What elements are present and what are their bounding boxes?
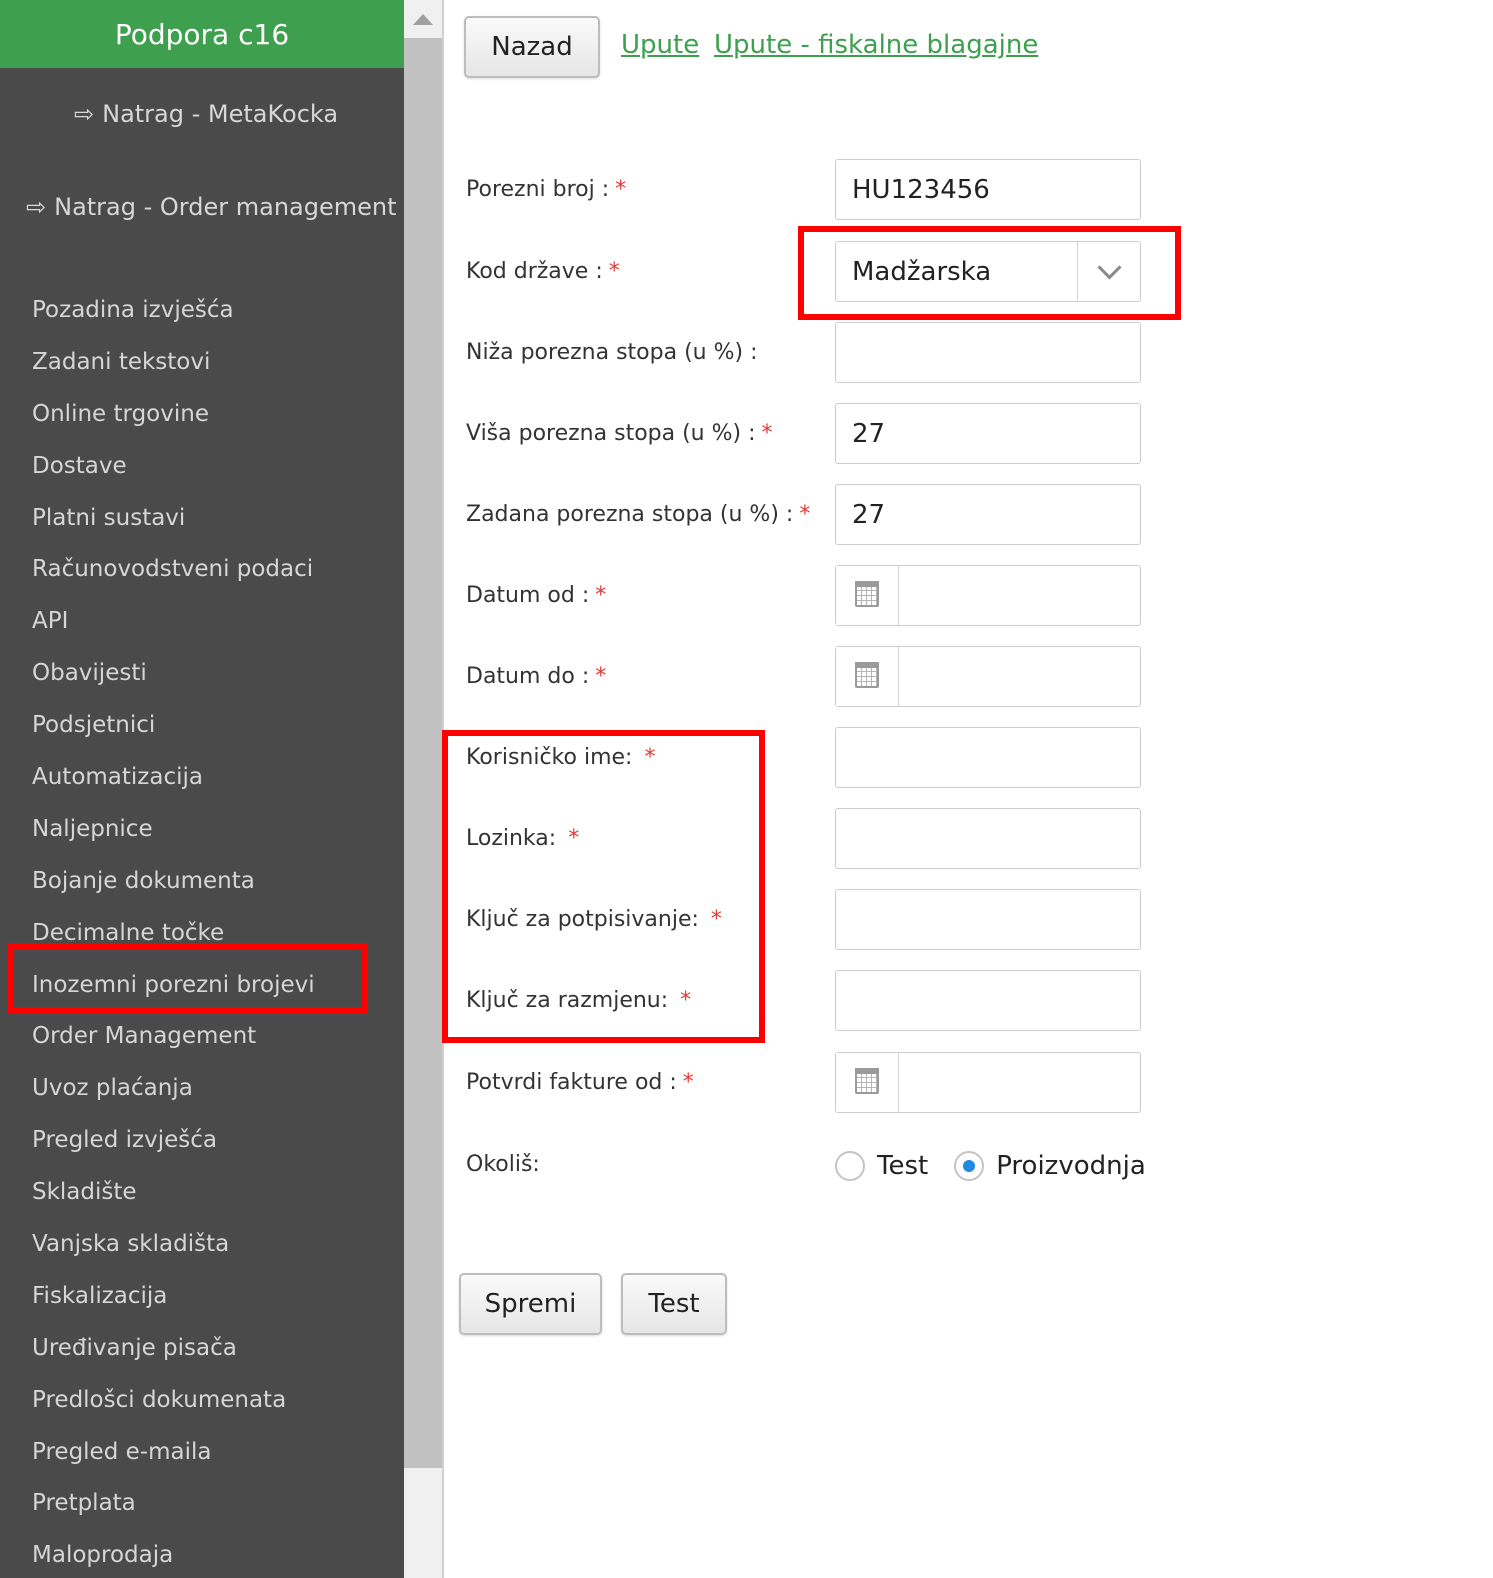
sidebar-item-vanjska-skladista[interactable]: Vanjska skladišta	[0, 1219, 404, 1271]
required-mark: *	[799, 502, 811, 527]
sidebar-title: Podpora c16	[0, 0, 404, 68]
sidebar-item-online-trgovine[interactable]: Online trgovine	[0, 389, 404, 441]
environment-radio-group: Test Proizvodnja	[835, 1146, 1172, 1186]
required-mark: *	[608, 259, 620, 284]
sidebar-nav: Pozadina izvješća Zadani tekstovi Online…	[0, 285, 404, 1578]
exit-icon: ⇨	[74, 100, 95, 128]
highlight-box-country	[798, 226, 1181, 320]
country-code-label: Kod države : *	[466, 259, 620, 284]
back-link-label: Natrag - Order management	[54, 193, 397, 221]
date-to-label: Datum do : *	[466, 664, 607, 689]
calendar-icon[interactable]	[836, 566, 899, 625]
signing-key-input[interactable]	[835, 889, 1141, 950]
instructions-link[interactable]: Upute	[621, 30, 699, 60]
environment-production-label[interactable]: Proizvodnja	[996, 1151, 1146, 1181]
exit-icon: ⇨	[26, 193, 47, 221]
back-to-metakocka-link[interactable]: ⇨ Natrag - MetaKocka	[74, 100, 338, 128]
sidebar-item-dostave[interactable]: Dostave	[0, 441, 404, 493]
required-mark: *	[615, 177, 627, 202]
confirm-invoices-label: Potvrdi fakture od : *	[466, 1070, 694, 1095]
required-mark: *	[595, 583, 607, 608]
sidebar-item-bojanje-dokumenta[interactable]: Bojanje dokumenta	[0, 856, 404, 908]
sidebar-item-maloprodaja[interactable]: Maloprodaja	[0, 1530, 404, 1578]
environment-label: Okoliš:	[466, 1152, 540, 1177]
required-mark: *	[682, 1070, 694, 1095]
calendar-icon[interactable]	[836, 647, 899, 706]
save-button[interactable]: Spremi	[459, 1273, 602, 1335]
sidebar-item-uredivanje-pisaca[interactable]: Uređivanje pisača	[0, 1323, 404, 1375]
default-rate-value: 27	[852, 499, 886, 530]
sidebar-item-skladiste[interactable]: Skladište	[0, 1167, 404, 1219]
confirm-invoices-input[interactable]	[835, 1052, 1141, 1113]
sidebar-item-order-management[interactable]: Order Management	[0, 1011, 404, 1063]
tax-number-label: Porezni broj : *	[466, 177, 627, 202]
sidebar-item-obavijesti[interactable]: Obavijesti	[0, 648, 404, 700]
default-rate-input[interactable]: 27	[835, 484, 1141, 545]
higher-rate-input[interactable]: 27	[835, 403, 1141, 464]
username-input[interactable]	[835, 727, 1141, 788]
calendar-icon[interactable]	[836, 1053, 899, 1112]
back-to-order-management-link[interactable]: ⇨ Natrag - Order management	[26, 193, 397, 221]
password-input[interactable]	[835, 808, 1141, 869]
scroll-thumb[interactable]	[404, 38, 442, 1468]
sidebar-item-api[interactable]: API	[0, 596, 404, 648]
default-rate-label: Zadana porezna stopa (u %) : *	[466, 502, 811, 527]
sidebar-item-pozadina-izvjesca[interactable]: Pozadina izvješća	[0, 285, 404, 337]
scroll-up-arrow-icon[interactable]	[404, 0, 442, 38]
sidebar-item-zadani-tekstovi[interactable]: Zadani tekstovi	[0, 337, 404, 389]
sidebar-item-podsjetnici[interactable]: Podsjetnici	[0, 700, 404, 752]
back-link-label: Natrag - MetaKocka	[102, 100, 339, 128]
fiscal-instructions-link[interactable]: Upute - fiskalne blagajne	[714, 30, 1038, 60]
environment-test-label[interactable]: Test	[877, 1151, 928, 1181]
main-content: Nazad Upute Upute - fiskalne blagajne Po…	[442, 0, 1493, 1578]
test-button[interactable]: Test	[621, 1273, 727, 1335]
sidebar-item-pregled-izvjesca[interactable]: Pregled izvješća	[0, 1115, 404, 1167]
exchange-key-input[interactable]	[835, 970, 1141, 1031]
tax-number-value: HU123456	[852, 174, 990, 205]
sidebar-item-platni-sustavi[interactable]: Platni sustavi	[0, 493, 404, 545]
lower-rate-input[interactable]	[835, 322, 1141, 383]
sidebar-item-pregled-e-maila[interactable]: Pregled e-maila	[0, 1427, 404, 1479]
required-mark: *	[761, 421, 773, 446]
tax-number-input[interactable]: HU123456	[835, 159, 1141, 220]
date-from-input[interactable]	[835, 565, 1141, 626]
highlight-box-active-item	[8, 943, 368, 1013]
higher-rate-value: 27	[852, 418, 886, 449]
sidebar-scrollbar[interactable]	[404, 0, 444, 1578]
sidebar-item-predlosci-dokumenata[interactable]: Predlošci dokumenata	[0, 1375, 404, 1427]
sidebar: Podpora c16 ⇨ Natrag - MetaKocka ⇨ Natra…	[0, 0, 404, 1578]
sidebar-item-automatizacija[interactable]: Automatizacija	[0, 752, 404, 804]
sidebar-item-fiskalizacija[interactable]: Fiskalizacija	[0, 1271, 404, 1323]
sidebar-item-racunovodstveni-podaci[interactable]: Računovodstveni podaci	[0, 544, 404, 596]
lower-rate-label: Niža porezna stopa (u %) :	[466, 340, 758, 365]
sidebar-item-naljepnice[interactable]: Naljepnice	[0, 804, 404, 856]
back-button[interactable]: Nazad	[464, 16, 600, 78]
environment-test-radio[interactable]	[835, 1151, 865, 1181]
required-mark: *	[595, 664, 607, 689]
sidebar-item-uvoz-placanja[interactable]: Uvoz plaćanja	[0, 1063, 404, 1115]
highlight-box-credentials	[442, 730, 765, 1043]
higher-rate-label: Viša porezna stopa (u %) : *	[466, 421, 773, 446]
date-to-input[interactable]	[835, 646, 1141, 707]
environment-production-radio[interactable]	[954, 1151, 985, 1181]
date-from-label: Datum od : *	[466, 583, 607, 608]
sidebar-item-pretplata[interactable]: Pretplata	[0, 1478, 404, 1530]
